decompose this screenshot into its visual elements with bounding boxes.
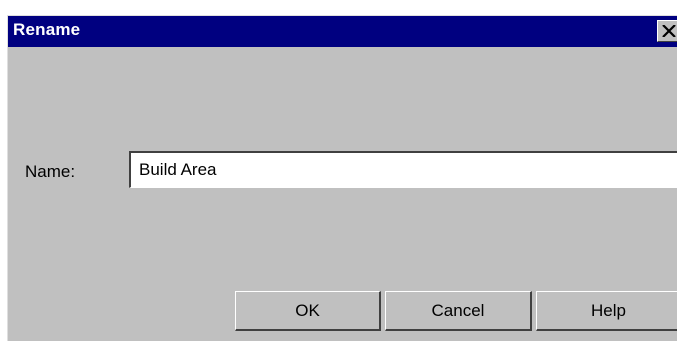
close-icon — [662, 25, 676, 37]
rename-dialog: Rename Name: OK Cancel Help — [7, 15, 677, 341]
close-button[interactable] — [657, 20, 677, 42]
dialog-title: Rename — [13, 20, 81, 39]
name-input[interactable] — [129, 151, 677, 188]
cancel-button[interactable]: Cancel — [385, 291, 532, 331]
title-bar[interactable]: Rename — [8, 16, 677, 47]
help-button[interactable]: Help — [536, 291, 677, 331]
ok-button[interactable]: OK — [235, 291, 381, 331]
name-label: Name: — [25, 162, 76, 181]
